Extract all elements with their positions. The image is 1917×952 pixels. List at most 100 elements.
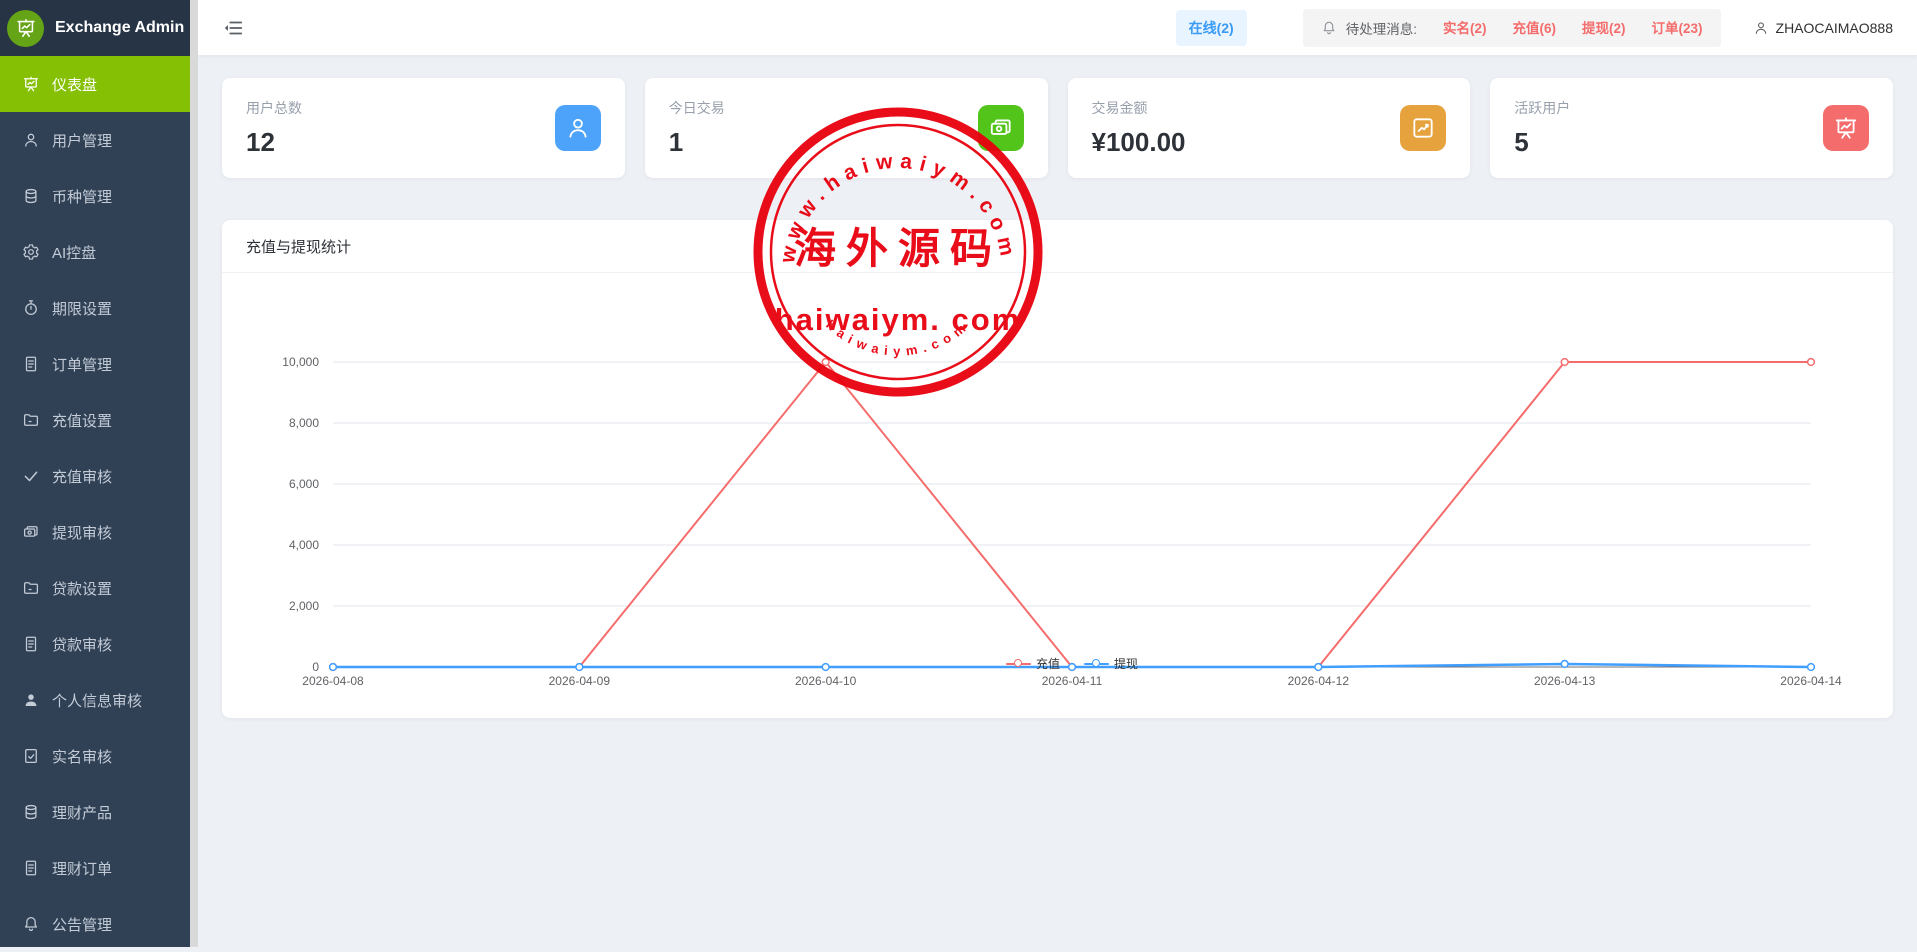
sidebar-item-label: 公告管理 — [52, 914, 112, 935]
legend-label: 充值 — [1036, 655, 1060, 672]
svg-text:2026-04-12: 2026-04-12 — [1288, 674, 1350, 688]
sidebar: Exchange Admin 仪表盘用户管理币种管理 AI控盘期限设置订单管理充值… — [0, 0, 190, 947]
svg-text:4,000: 4,000 — [289, 538, 319, 552]
chart-body: 02,0004,0006,0008,00010,0002026-04-08202… — [222, 273, 1893, 717]
sidebar-scrollbar[interactable] — [190, 0, 198, 947]
stat-icon-tile — [1823, 105, 1869, 151]
svg-text:2026-04-08: 2026-04-08 — [302, 674, 364, 688]
svg-text:2026-04-09: 2026-04-09 — [549, 674, 611, 688]
pending-link-1[interactable]: 充值(6) — [1513, 21, 1557, 36]
sidebar-item-15[interactable]: 公告管理 — [0, 896, 190, 952]
sidebar-item-label: 提现审核 — [52, 522, 112, 543]
svg-text:0: 0 — [312, 660, 319, 674]
legend-label: 提现 — [1114, 655, 1138, 672]
user-icon — [1753, 20, 1769, 36]
sidebar-item-label: AI控盘 — [52, 242, 96, 263]
app-logo-icon — [7, 10, 44, 47]
folder-icon — [22, 411, 40, 429]
board-icon — [22, 75, 40, 93]
sidebar-item-label: 币种管理 — [52, 186, 112, 207]
sidebar-item-6[interactable]: 充值设置 — [0, 392, 190, 448]
online-badge[interactable]: 在线(2) — [1176, 10, 1247, 46]
sidebar-item-4[interactable]: 期限设置 — [0, 280, 190, 336]
pending-link-2[interactable]: 提现(2) — [1582, 21, 1626, 36]
stat-value: ¥100.00 — [1092, 127, 1186, 158]
folder-icon — [22, 579, 40, 597]
sidebar-menu: 仪表盘用户管理币种管理 AI控盘期限设置订单管理充值设置充值审核提现审核贷款设置贷… — [0, 56, 190, 952]
bell-icon — [1321, 20, 1337, 36]
topbar: 在线(2) 待处理消息: 实名(2) 充值(6) 提现(2) 订单(23) ZHAOC… — [198, 0, 1917, 56]
stat-card-2: 交易金额 ¥100.00 — [1068, 78, 1471, 178]
line-chart: 02,0004,0006,0008,00010,0002026-04-08202… — [222, 273, 1893, 717]
gear-icon — [22, 243, 40, 261]
doc-check-icon — [22, 747, 40, 765]
sidebar-item-label: 理财产品 — [52, 802, 112, 823]
sidebar-item-3[interactable]: AI控盘 — [0, 224, 190, 280]
legend-marker-icon — [1006, 659, 1031, 669]
chart-card: 充值与提现统计 02,0004,0006,0008,00010,0002026-… — [222, 220, 1893, 718]
user-filled-icon — [22, 691, 40, 709]
sidebar-item-8[interactable]: 提现审核 — [0, 504, 190, 560]
trend-icon — [1410, 115, 1436, 141]
stat-value: 1 — [669, 127, 725, 158]
stat-card-3: 活跃用户5 — [1490, 78, 1893, 178]
document-icon — [22, 635, 40, 653]
stat-label: 今日交易 — [669, 98, 725, 118]
sidebar-toggle-icon[interactable] — [222, 17, 244, 39]
sidebar-item-10[interactable]: 贷款审核 — [0, 616, 190, 672]
bell-icon — [22, 915, 40, 933]
svg-text:2026-04-14: 2026-04-14 — [1780, 674, 1842, 688]
money-icon — [22, 523, 40, 541]
stat-value: 5 — [1514, 127, 1570, 158]
svg-text:10,000: 10,000 — [282, 355, 319, 369]
coins-icon — [22, 187, 40, 205]
legend-item-0[interactable]: 充值 — [1006, 655, 1060, 672]
stat-label: 交易金额 — [1092, 98, 1186, 118]
sidebar-item-7[interactable]: 充值审核 — [0, 448, 190, 504]
svg-text:8,000: 8,000 — [289, 416, 319, 430]
pending-messages-label: 待处理消息: — [1346, 18, 1417, 38]
svg-text:2026-04-11: 2026-04-11 — [1042, 674, 1103, 688]
pending-link-0[interactable]: 实名(2) — [1443, 21, 1487, 36]
board-icon — [1833, 115, 1859, 141]
sidebar-item-label: 理财订单 — [52, 858, 112, 879]
pending-link-3[interactable]: 订单(23) — [1652, 21, 1703, 36]
legend-marker-icon — [1084, 659, 1109, 669]
sidebar-item-1[interactable]: 用户管理 — [0, 112, 190, 168]
app-title: Exchange Admin — [55, 19, 184, 37]
sidebar-item-5[interactable]: 订单管理 — [0, 336, 190, 392]
sidebar-item-0[interactable]: 仪表盘 — [0, 56, 190, 112]
chart-title: 充值与提现统计 — [222, 220, 1893, 273]
legend-item-1[interactable]: 提现 — [1084, 655, 1138, 672]
sidebar-item-label: 贷款审核 — [52, 634, 112, 655]
timer-icon — [22, 299, 40, 317]
check-icon — [22, 467, 40, 485]
page-content: 用户总数12今日交易1交易金额¥100.00活跃用户5 充值与提现统计 02,0… — [198, 56, 1917, 740]
sidebar-item-label: 贷款设置 — [52, 578, 112, 599]
sidebar-item-11[interactable]: 个人信息审核 — [0, 672, 190, 728]
sidebar-item-label: 充值审核 — [52, 466, 112, 487]
user-icon — [22, 131, 40, 149]
sidebar-item-13[interactable]: 理财产品 — [0, 784, 190, 840]
pending-messages-bar: 待处理消息: 实名(2) 充值(6) 提现(2) 订单(23) — [1303, 9, 1721, 47]
sidebar-item-label: 实名审核 — [52, 746, 112, 767]
sidebar-item-14[interactable]: 理财订单 — [0, 840, 190, 896]
sidebar-item-label: 充值设置 — [52, 410, 112, 431]
sidebar-item-label: 个人信息审核 — [52, 690, 142, 711]
coins-icon — [22, 803, 40, 821]
user-menu[interactable]: ZHAOCAIMAO888 — [1753, 20, 1893, 36]
sidebar-item-label: 用户管理 — [52, 130, 112, 151]
username: ZHAOCAIMAO888 — [1776, 20, 1893, 36]
user-icon — [565, 115, 591, 141]
money-icon — [988, 115, 1014, 141]
svg-text:6,000: 6,000 — [289, 477, 319, 491]
sidebar-item-label: 期限设置 — [52, 298, 112, 319]
sidebar-item-2[interactable]: 币种管理 — [0, 168, 190, 224]
sidebar-item-9[interactable]: 贷款设置 — [0, 560, 190, 616]
stat-card-1: 今日交易 1 — [645, 78, 1048, 178]
stat-icon-tile — [555, 105, 601, 151]
stat-value: 12 — [246, 127, 302, 158]
sidebar-item-label: 仪表盘 — [52, 74, 97, 95]
sidebar-item-12[interactable]: 实名审核 — [0, 728, 190, 784]
document-icon — [22, 355, 40, 373]
